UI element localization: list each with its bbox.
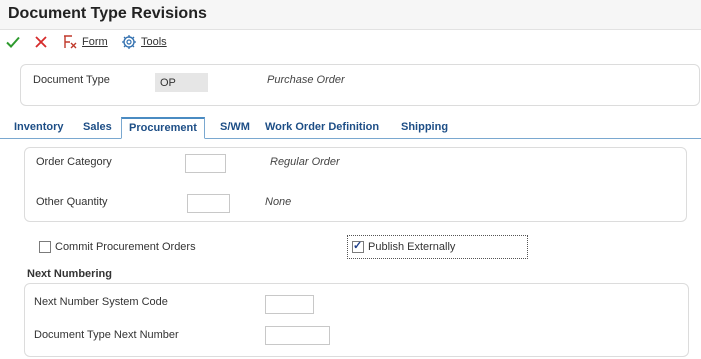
commit-procurement-orders-checkbox[interactable] <box>39 241 51 253</box>
next-numbering-title: Next Numbering <box>27 268 112 280</box>
next-number-system-code-field[interactable] <box>265 295 314 314</box>
form-menu-label: Form <box>82 36 108 48</box>
document-type-label: Document Type <box>33 74 110 86</box>
document-type-next-number-label: Document Type Next Number <box>34 329 179 341</box>
tab-bar: Inventory Sales Procurement S/WM Work Or… <box>0 117 701 139</box>
close-icon[interactable] <box>31 32 51 52</box>
order-category-label: Order Category <box>36 156 112 168</box>
tab-swm[interactable]: S/WM <box>220 121 250 133</box>
publish-externally-checkbox[interactable] <box>352 239 364 253</box>
tools-menu-button[interactable]: Tools <box>121 33 167 51</box>
document-type-next-number-field[interactable] <box>265 326 330 345</box>
tab-inventory[interactable]: Inventory <box>14 121 64 133</box>
other-quantity-label: Other Quantity <box>36 196 108 208</box>
next-numbering-panel: Next Number System Code Document Type Ne… <box>24 283 689 357</box>
commit-procurement-orders-label: Commit Procurement Orders <box>55 241 196 253</box>
document-type-field: OP <box>155 73 208 92</box>
check-icon[interactable] <box>3 32 23 52</box>
order-category-description: Regular Order <box>270 156 340 168</box>
form-icon <box>64 35 77 49</box>
gear-icon <box>122 35 136 49</box>
document-type-description: Purchase Order <box>267 74 345 86</box>
title-bar: Document Type Revisions <box>0 0 701 30</box>
tools-menu-label: Tools <box>141 36 167 48</box>
page-title: Document Type Revisions <box>8 5 207 22</box>
publish-externally-label: Publish Externally <box>368 241 456 253</box>
tab-sales[interactable]: Sales <box>83 121 112 133</box>
tab-procurement[interactable]: Procurement <box>121 117 205 139</box>
procurement-panel: Order Category Regular Order Other Quant… <box>24 147 687 222</box>
other-quantity-description: None <box>265 196 292 208</box>
other-quantity-field[interactable] <box>187 194 230 213</box>
toolbar: Form Tools <box>0 30 701 54</box>
form-menu-button[interactable]: Form <box>62 33 108 51</box>
header-panel: Document Type OP Purchase Order <box>20 64 700 106</box>
next-number-system-code-label: Next Number System Code <box>34 296 168 308</box>
tab-shipping[interactable]: Shipping <box>401 121 448 133</box>
order-category-field[interactable] <box>185 154 226 173</box>
tab-work-order-definition[interactable]: Work Order Definition <box>265 121 379 133</box>
